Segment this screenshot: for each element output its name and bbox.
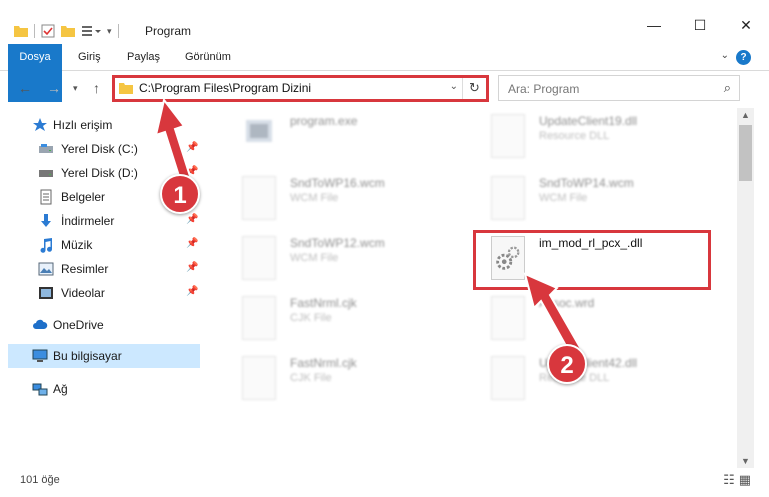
file-name: UpdateClient19.dll	[539, 114, 638, 128]
vertical-scrollbar[interactable]: ▲ ▼	[737, 108, 754, 468]
customize-toolbar-icon[interactable]: ▾	[107, 26, 112, 37]
back-arrow-icon[interactable]: ←	[18, 80, 32, 96]
music-icon	[40, 238, 53, 253]
nav-label: Videolar	[61, 286, 105, 300]
file-item[interactable]: program.exe	[228, 112, 458, 170]
star-icon	[33, 118, 47, 131]
cloud-icon	[33, 319, 48, 329]
file-name: SndToWP12.wcm	[290, 236, 385, 250]
minimize-button[interactable]: —	[631, 10, 677, 40]
file-name: SndToWP14.wcm	[539, 176, 634, 190]
file-item[interactable]: SndToWP14.wcm WCM File	[477, 174, 707, 232]
view-options-icon[interactable]	[81, 24, 101, 38]
pin-icon[interactable]: 📌	[186, 238, 198, 249]
file-name: SndToWP16.wcm	[290, 176, 385, 190]
file-name: program.exe	[290, 114, 358, 128]
file-type: WCM File	[290, 252, 339, 264]
nav-label: Yerel Disk (C:)	[61, 142, 138, 156]
tab-view[interactable]: Görünüm	[185, 44, 231, 71]
nav-item-downloads[interactable]: İndirmeler 📌	[0, 209, 200, 233]
computer-icon	[32, 349, 48, 362]
nav-label: İndirmeler	[61, 214, 115, 228]
pin-icon[interactable]: 📌	[186, 286, 198, 297]
nav-label: Müzik	[61, 238, 93, 252]
file-type: WCM File	[290, 192, 339, 204]
file-item[interactable]: FastNrml.cjk CJK File	[228, 294, 458, 352]
file-type: WCM File	[539, 192, 588, 204]
file-type: CJK File	[290, 372, 332, 384]
scroll-thumb[interactable]	[739, 125, 752, 181]
up-arrow-icon[interactable]: ↑	[93, 80, 100, 96]
exe-icon	[246, 120, 272, 142]
window-title: Program	[145, 24, 192, 38]
search-placeholder: Ara: Program	[508, 82, 580, 96]
file-name: FastNrml.cjk	[290, 296, 357, 310]
videos-icon	[39, 287, 53, 299]
tab-share[interactable]: Paylaş	[127, 44, 160, 71]
dll-icon	[491, 114, 525, 158]
close-button[interactable]: ✕	[723, 10, 769, 40]
pictures-icon	[38, 262, 54, 276]
expand-ribbon-icon[interactable]: ⌄	[721, 50, 729, 61]
ribbon-tabs: Dosya Giriş Paylaş Görünüm ⌄ ?	[0, 44, 769, 102]
nav-label: Bu bilgisayar	[53, 349, 122, 363]
drive-icon	[39, 170, 53, 177]
search-icon: ⌕	[723, 80, 731, 95]
file-icon	[491, 176, 525, 220]
nav-item-music[interactable]: Müzik 📌	[0, 233, 200, 257]
nav-network[interactable]: Ağ	[0, 377, 200, 401]
forward-arrow-icon[interactable]: →	[47, 80, 61, 96]
file-item[interactable]: FastNrml.cjk CJK File	[228, 354, 458, 412]
downloads-icon	[41, 214, 51, 227]
file-icon	[242, 356, 276, 400]
status-bar: 101 öğe ☷▦	[0, 468, 769, 497]
nav-item-pictures[interactable]: Resimler 📌	[0, 257, 200, 281]
file-icon	[242, 296, 276, 340]
nav-label: OneDrive	[53, 318, 104, 332]
nav-label: Resimler	[61, 262, 109, 276]
annotation-badge-2: 2	[547, 344, 587, 384]
tab-home[interactable]: Giriş	[78, 44, 101, 71]
nav-label: Yerel Disk (D:)	[61, 166, 138, 180]
file-item[interactable]: SndToWP12.wcm WCM File	[228, 234, 458, 292]
file-item[interactable]: UpdateClient19.dll Resource DLL	[477, 112, 707, 170]
properties-icon[interactable]	[41, 24, 55, 38]
file-explorer-window: ▾ Program — ☐ ✕ Dosya Giriş Paylaş Görün…	[0, 0, 769, 497]
folder-icon	[14, 26, 28, 37]
title-bar: ▾ Program — ☐ ✕	[0, 0, 769, 44]
search-box[interactable]: Ara: Program ⌕	[498, 75, 740, 101]
new-folder-icon[interactable]	[61, 24, 75, 38]
pin-icon[interactable]: 📌	[186, 214, 198, 225]
nav-label: Ağ	[53, 382, 68, 396]
toolbar-separator	[117, 24, 119, 38]
nav-label: Belgeler	[61, 190, 106, 204]
file-item[interactable]: SndToWP16.wcm WCM File	[228, 174, 458, 232]
pin-icon[interactable]: 📌	[186, 262, 198, 273]
annotation-badge-1: 1	[160, 174, 200, 214]
nav-this-pc[interactable]: Bu bilgisayar	[8, 344, 200, 368]
help-button[interactable]: ?	[736, 50, 751, 65]
drive-icon	[39, 144, 53, 153]
documents-icon	[40, 189, 52, 205]
scroll-down-icon[interactable]: ▼	[741, 456, 750, 466]
nav-onedrive[interactable]: OneDrive	[0, 313, 200, 337]
nav-label: Hızlı erişim	[53, 118, 113, 132]
quick-access-toolbar: ▾	[14, 22, 119, 40]
item-count: 101 öğe	[20, 474, 60, 486]
file-icon	[242, 236, 276, 280]
nav-item-videos[interactable]: Videolar 📌	[0, 281, 200, 305]
view-toggle-icons[interactable]: ☷▦	[723, 472, 755, 488]
network-icon	[32, 383, 48, 396]
maximize-button[interactable]: ☐	[677, 10, 723, 40]
scroll-up-icon[interactable]: ▲	[741, 110, 750, 120]
file-icon	[242, 176, 276, 220]
file-type: Resource DLL	[539, 130, 610, 142]
toolbar-separator	[34, 24, 35, 38]
recent-locations-icon[interactable]: ▾	[73, 83, 78, 94]
file-name: FastNrml.cjk	[290, 356, 357, 370]
window-controls: — ☐ ✕	[631, 10, 769, 40]
file-type: CJK File	[290, 312, 332, 324]
